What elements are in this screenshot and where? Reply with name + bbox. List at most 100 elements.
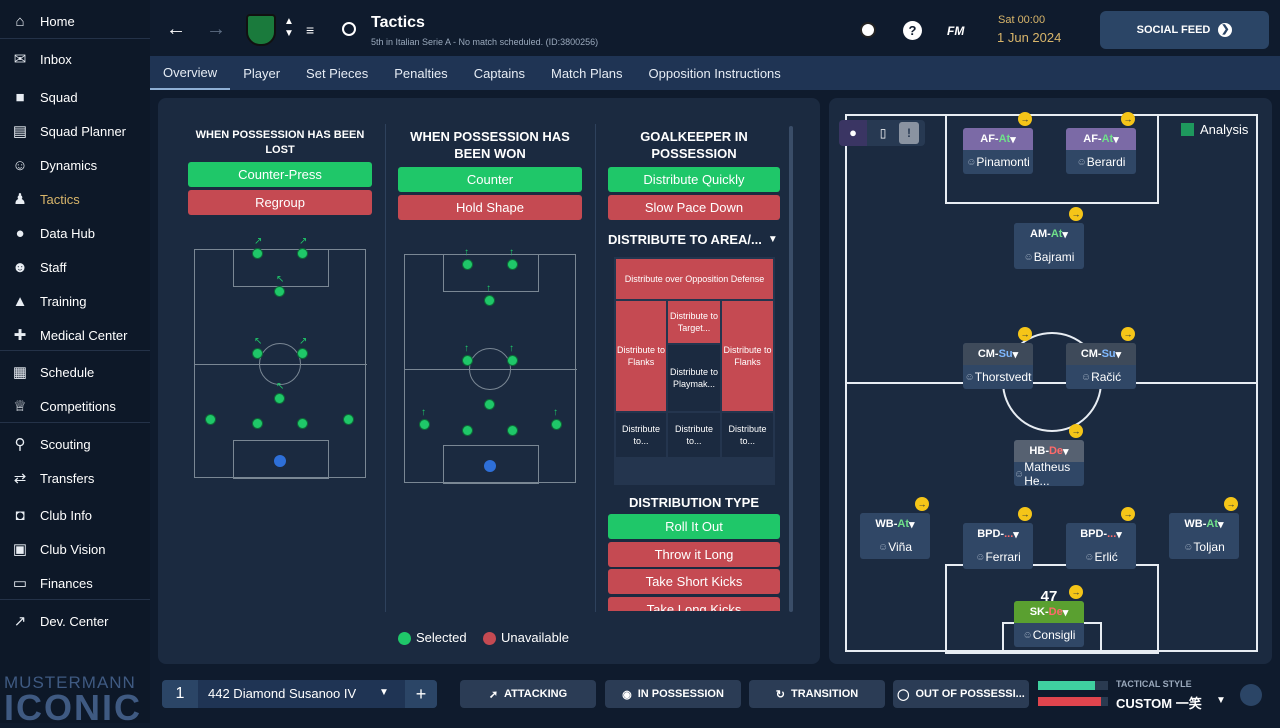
in-possession-phase-button[interactable]: ◉ IN POSSESSION — [605, 680, 741, 708]
sidebar-item-home[interactable]: ⌂ Home — [0, 4, 150, 38]
alert-icon[interactable]: ! — [899, 122, 919, 144]
counter-press-button[interactable]: Counter-Press — [188, 162, 372, 187]
player-role[interactable]: CM - Su ▾ — [963, 343, 1033, 365]
player-card[interactable]: BPD - ... ▾ ☺ Erlić — [1066, 523, 1136, 569]
sidebar-item-club-info[interactable]: ◘ Club Info — [0, 498, 150, 532]
sidebar-item-training[interactable]: ▲ Training — [0, 284, 150, 318]
forward-arrow-icon[interactable]: → — [206, 18, 226, 41]
instruction-badge-icon[interactable]: → — [1121, 507, 1135, 521]
player-role[interactable]: AM - At ▾ — [1014, 223, 1084, 245]
sidebar-item-inbox[interactable]: ✉ Inbox — [0, 42, 150, 76]
tactic-name[interactable]: 442 Diamond Susanoo IV — [208, 686, 356, 701]
sidebar-item-staff[interactable]: ☻ Staff — [0, 250, 150, 284]
bar-chart-icon[interactable]: ▯ — [869, 120, 897, 146]
instruction-badge-icon[interactable]: → — [1069, 424, 1083, 438]
player-name[interactable]: ☺ Toljan — [1169, 535, 1239, 559]
player-card[interactable]: CM - Su ▾ ☺ Račić — [1066, 343, 1136, 389]
zone-flanks-right[interactable]: Distribute to Flanks — [722, 301, 773, 411]
sidebar-item-squad[interactable]: ■ Squad — [0, 80, 150, 114]
player-role[interactable]: HB - De ▾ — [1014, 440, 1084, 462]
sidebar-item-competitions[interactable]: ♕ Competitions — [0, 389, 150, 423]
distribute-area-dropdown[interactable]: DISTRIBUTE TO AREA/... ▼ — [608, 232, 780, 247]
tactic-slot-number[interactable]: 1 — [162, 680, 198, 708]
tab-match-plans[interactable]: Match Plans — [538, 56, 636, 90]
zone-playmaker[interactable]: Distribute to Playmak... — [668, 345, 720, 411]
help-icon[interactable]: ? — [903, 21, 922, 40]
chevron-up-down-icon[interactable]: ▲ ▼ — [284, 16, 294, 40]
chevron-down-icon[interactable]: ▼ — [379, 687, 389, 698]
sidebar-item-scouting[interactable]: ⚲ Scouting — [0, 427, 150, 461]
player-card[interactable]: AM - At ▾ ☺ Bajrami — [1014, 223, 1084, 269]
sidebar-item-club-vision[interactable]: ▣ Club Vision — [0, 532, 150, 566]
zone-opposition-defense[interactable]: Distribute over Opposition Defense — [616, 259, 773, 299]
regroup-button[interactable]: Regroup — [188, 190, 372, 215]
player-role[interactable]: AF - At ▾ — [963, 128, 1033, 150]
analysis-button[interactable]: Analysis — [1181, 122, 1248, 137]
roll-it-out-button[interactable]: Roll It Out — [608, 514, 780, 539]
zone-flanks-left[interactable]: Distribute to Flanks — [616, 301, 666, 411]
tab-captains[interactable]: Captains — [461, 56, 538, 90]
player-role[interactable]: WB - At ▾ — [1169, 513, 1239, 535]
instruction-badge-icon[interactable]: → — [1069, 207, 1083, 221]
player-name[interactable]: ☺ Consigli — [1014, 623, 1084, 647]
menu-icon[interactable]: ≡ — [306, 22, 314, 38]
fm-icon[interactable]: FM — [947, 24, 964, 38]
tab-overview[interactable]: Overview — [150, 56, 231, 90]
player-name[interactable]: ☺ Berardi — [1066, 150, 1136, 174]
tactical-style-value[interactable]: CUSTOM 一笑 — [1116, 693, 1202, 712]
attacking-phase-button[interactable]: ➚ ATTACKING — [460, 680, 596, 708]
player-name[interactable]: ☺ Račić — [1066, 365, 1136, 389]
add-tactic-button[interactable]: + — [405, 680, 437, 708]
hold-shape-button[interactable]: Hold Shape — [398, 195, 582, 220]
sidebar-item-squad-planner[interactable]: ▤ Squad Planner — [0, 114, 150, 148]
player-role[interactable]: AF - At ▾ — [1066, 128, 1136, 150]
instruction-badge-icon[interactable]: → — [1121, 327, 1135, 341]
social-feed-button[interactable]: SOCIAL FEED ❯ — [1100, 11, 1269, 49]
player-role[interactable]: WB - At ▾ — [860, 513, 930, 535]
tab-opposition-instructions[interactable]: Opposition Instructions — [636, 56, 794, 90]
player-card[interactable]: CM - Su ▾ ☺ Thorstvedt — [963, 343, 1033, 389]
tab-penalties[interactable]: Penalties — [381, 56, 460, 90]
player-name[interactable]: ☺ Viña — [860, 535, 930, 559]
sidebar-item-dynamics[interactable]: ☺ Dynamics — [0, 148, 150, 182]
chevron-down-icon[interactable]: ▼ — [1216, 695, 1226, 706]
zone-target[interactable]: Distribute to Target... — [668, 301, 720, 343]
instruction-badge-icon[interactable]: → — [1018, 112, 1032, 126]
take-short-kicks-button[interactable]: Take Short Kicks — [608, 569, 780, 594]
player-role[interactable]: CM - Su ▾ — [1066, 343, 1136, 365]
zone-bottom-right[interactable]: Distribute to... — [722, 413, 773, 457]
player-name[interactable]: ☺ Thorstvedt — [963, 365, 1033, 389]
tab-set-pieces[interactable]: Set Pieces — [293, 56, 381, 90]
take-long-kicks-button[interactable]: Take Long Kicks — [608, 597, 780, 611]
instruction-badge-icon[interactable]: → — [1224, 497, 1238, 511]
scrollbar[interactable] — [789, 126, 793, 612]
player-card[interactable]: AF - At ▾ ☺ Berardi — [1066, 128, 1136, 174]
ball-icon[interactable] — [860, 22, 876, 38]
stats-circle-icon[interactable] — [1240, 684, 1262, 706]
sidebar-item-tactics[interactable]: ♟ Tactics — [0, 182, 150, 216]
transition-phase-button[interactable]: ↻ TRANSITION — [749, 680, 885, 708]
distribute-quickly-button[interactable]: Distribute Quickly — [608, 167, 780, 192]
player-name[interactable]: ☺ Bajrami — [1014, 245, 1084, 269]
instruction-badge-icon[interactable]: → — [1018, 507, 1032, 521]
sidebar-item-schedule[interactable]: ▦ Schedule — [0, 355, 150, 389]
sidebar-item-finances[interactable]: ▭ Finances — [0, 566, 150, 600]
player-card[interactable]: WB - At ▾ ☺ Viña — [860, 513, 930, 559]
tab-player[interactable]: Player — [230, 56, 293, 90]
search-icon[interactable] — [342, 22, 356, 36]
zone-bottom-left[interactable]: Distribute to... — [616, 413, 666, 457]
throw-it-long-button[interactable]: Throw it Long — [608, 542, 780, 567]
date-value[interactable]: 1 Jun 2024 — [997, 30, 1061, 45]
back-arrow-icon[interactable]: ← — [166, 18, 186, 41]
player-name[interactable]: ☺ Erlić — [1066, 545, 1136, 569]
player-card[interactable]: WB - At ▾ ☺ Toljan — [1169, 513, 1239, 559]
instruction-badge-icon[interactable]: → — [1018, 327, 1032, 341]
sidebar-item-dev-center[interactable]: ↗ Dev. Center — [0, 604, 150, 638]
slow-pace-down-button[interactable]: Slow Pace Down — [608, 195, 780, 220]
instruction-badge-icon[interactable]: → — [1069, 585, 1083, 599]
counter-button[interactable]: Counter — [398, 167, 582, 192]
player-name[interactable]: ☺ Ferrari — [963, 545, 1033, 569]
sidebar-item-medical-center[interactable]: ✚ Medical Center — [0, 318, 150, 352]
player-card[interactable]: HB - De ▾ ☺ Matheus He... — [1014, 440, 1084, 488]
sidebar-item-data-hub[interactable]: ● Data Hub — [0, 216, 150, 250]
